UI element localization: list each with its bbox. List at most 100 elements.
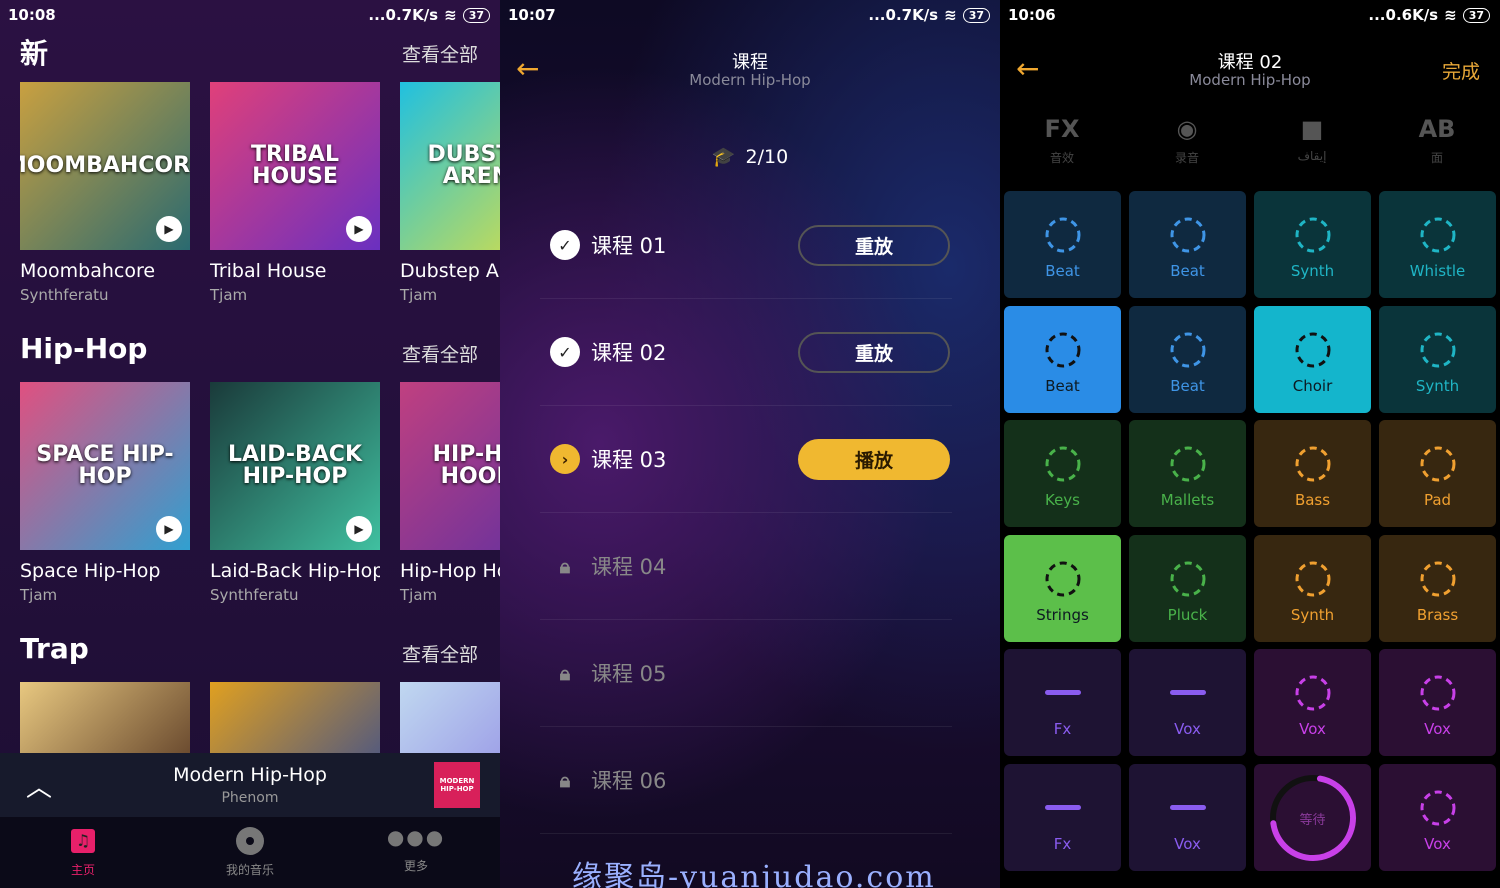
see-all-link[interactable]: 查看全部 — [402, 340, 478, 367]
pad-pluck[interactable]: Pluck — [1129, 534, 1246, 642]
dash-icon — [1170, 690, 1206, 695]
pad-synth[interactable]: Synth — [1254, 191, 1371, 298]
replay-button[interactable]: 重放 — [798, 332, 950, 373]
play-icon[interactable]: ▶ — [346, 516, 372, 542]
pad-label: 等待 — [1299, 812, 1326, 828]
pad-label: Beat — [1045, 262, 1080, 280]
status-bar: 10:06 ...0.6K/s ≋ 37 — [1000, 0, 1500, 30]
pad-等待[interactable]: 等待 — [1254, 763, 1371, 871]
album-artist: Synthferatu — [20, 286, 109, 304]
pad-beat[interactable]: Beat — [1129, 191, 1246, 298]
pad-brass[interactable]: Brass — [1379, 534, 1496, 642]
done-button[interactable]: 完成 — [1442, 57, 1480, 84]
see-all-link[interactable]: 查看全部 — [402, 640, 478, 667]
lessons-screen: 10:07 ...0.7K/s ≋ 37 ← 课程 Modern Hip-Hop 🎓… — [500, 0, 1000, 888]
dashed-circle-icon — [1420, 332, 1456, 367]
wifi-icon: ≋ — [944, 6, 957, 24]
album-art-text: SPACE HIP-HOP — [36, 442, 174, 489]
wifi-icon: ≋ — [444, 6, 457, 24]
pad-label: Pad — [1423, 491, 1452, 509]
tool-label: 录音 — [1174, 151, 1199, 165]
pad-label: Synth — [1290, 605, 1335, 624]
play-icon[interactable]: ▶ — [156, 516, 182, 542]
album-card[interactable]: LAID-BACK HIP-HOP ▶ Laid-Back Hip-Hop Syn… — [210, 382, 380, 604]
album-card[interactable]: SPACE HIP-HOP ▶ Space Hip-Hop Tjam — [20, 382, 190, 604]
pad-beat[interactable]: Beat — [1129, 305, 1246, 413]
pad-choir[interactable]: Choir — [1254, 305, 1371, 413]
pad-synth[interactable]: Synth — [1379, 305, 1496, 413]
lesson-row[interactable]: › 课程 03 播放 — [540, 406, 952, 513]
lesson-row: 🔒︎ 课程 05 — [540, 620, 952, 727]
status-bar: 10:07 ...0.7K/s ≋ 37 — [500, 0, 1000, 30]
dashed-circle-icon — [1170, 446, 1206, 482]
dashed-circle-icon — [1420, 675, 1456, 711]
play-icon[interactable]: ▶ — [346, 216, 372, 242]
pad-label: Mallets — [1160, 491, 1215, 509]
album-card[interactable]: DUBSTEP ARENA▶ Dubstep Arena Tjam — [400, 82, 500, 304]
tool-ab[interactable]: AB 面 — [1397, 115, 1477, 166]
ab-icon: AB — [1418, 115, 1456, 143]
progress-count: 2/10 — [745, 146, 789, 168]
status-time: 10:07 — [508, 6, 556, 24]
pad-bass[interactable]: Bass — [1254, 420, 1371, 527]
pad-vox[interactable]: Vox — [1379, 649, 1496, 756]
section-title: 新 — [20, 37, 49, 70]
battery-icon: 37 — [1462, 7, 1490, 23]
lesson-row: 🔒︎ 课程 04 — [540, 513, 952, 620]
pad-mallets[interactable]: Mallets — [1129, 420, 1246, 527]
album-card[interactable]: TRIBAL HOUSE ▶ Tribal House Tjam — [210, 82, 380, 304]
pad-vox[interactable]: Vox — [1129, 649, 1246, 756]
page-subtitle: Modern Hip-Hop — [1189, 71, 1311, 89]
tool-fx[interactable]: FX 音效 — [1022, 115, 1102, 166]
see-all-link[interactable]: 查看全部 — [402, 40, 478, 67]
lesson-row[interactable]: ✓ 课程 01 重放 — [540, 192, 952, 299]
lesson-label: 课程 03 — [591, 448, 667, 472]
pad-vox[interactable]: Vox — [1379, 763, 1496, 871]
pad-beat[interactable]: Beat — [1004, 191, 1121, 298]
tab-my-music[interactable]: 我的音乐 — [200, 825, 300, 878]
album-card[interactable]: HIP-HOP HOOKS▶ Hip-Hop Hooks Tjam — [400, 382, 500, 604]
net-speed: ...0.7K/s — [868, 6, 939, 24]
tool-record[interactable]: ◉ 录音 — [1147, 115, 1227, 166]
play-icon[interactable]: ▶ — [156, 216, 182, 242]
album-art: MOOMBAHCORE ▶ — [20, 82, 190, 250]
pad-pad[interactable]: Pad — [1379, 420, 1496, 527]
dashed-circle-icon — [1045, 446, 1081, 482]
dash-icon — [1045, 690, 1081, 695]
pad-beat[interactable]: Beat — [1004, 305, 1121, 413]
album-artist: Synthferatu — [210, 586, 299, 604]
tool-stop[interactable]: ■ إيقاف — [1272, 115, 1352, 163]
record-icon: ◉ — [1176, 115, 1198, 143]
chevron-right-icon: › — [550, 444, 580, 474]
album-art: LAID-BACK HIP-HOP ▶ — [210, 382, 380, 550]
lock-icon: 🔒︎ — [559, 554, 571, 578]
dashed-circle-icon — [1170, 332, 1206, 367]
pad-vox[interactable]: Vox — [1129, 763, 1246, 871]
battery-icon: 37 — [462, 7, 490, 23]
pad-keys[interactable]: Keys — [1004, 420, 1121, 527]
dashed-circle-icon — [1420, 790, 1456, 825]
pad-label: Vox — [1174, 834, 1201, 853]
pad-whistle[interactable]: Whistle — [1379, 191, 1496, 298]
dashed-circle-icon — [1170, 561, 1206, 596]
play-button[interactable]: 播放 — [798, 439, 950, 480]
replay-button[interactable]: 重放 — [798, 225, 950, 266]
album-card[interactable]: MOOMBAHCORE ▶ Moombahcore Synthferatu — [20, 82, 190, 304]
album-art: HIP-HOP HOOKS▶ — [400, 382, 500, 550]
pad-strings[interactable]: Strings — [1004, 534, 1121, 642]
pad-label: Whistle — [1409, 262, 1466, 280]
pad-fx[interactable]: Fx — [1004, 763, 1121, 871]
pad-synth[interactable]: Synth — [1254, 534, 1371, 642]
mini-player-artist: Phenom — [221, 790, 279, 806]
dashed-circle-icon — [1045, 561, 1081, 596]
pad-vox[interactable]: Vox — [1254, 649, 1371, 756]
lesson-row[interactable]: ✓ 课程 02 重放 — [540, 299, 952, 406]
pad-label: Keys — [1044, 491, 1080, 509]
section-title: Trap — [20, 632, 89, 665]
mini-player[interactable]: ︿ Modern Hip-Hop Phenom MODERN HIP-HOP — [0, 753, 500, 817]
tab-more[interactable]: ●●● 更多 — [366, 825, 466, 874]
album-artist: Tjam — [400, 586, 438, 604]
tab-home[interactable]: ♫ 主页 — [33, 825, 133, 878]
pad-fx[interactable]: Fx — [1004, 649, 1121, 756]
dashed-circle-icon — [1295, 217, 1331, 253]
